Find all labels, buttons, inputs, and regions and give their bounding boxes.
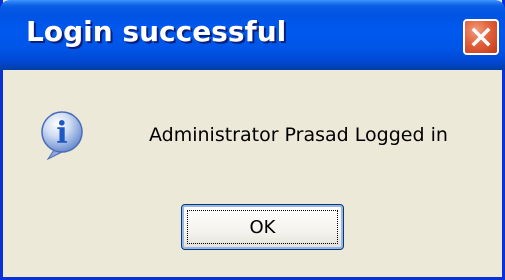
title-bar[interactable]: Login successful (0, 0, 505, 70)
information-icon: i (41, 111, 83, 160)
dialog-title: Login successful (26, 15, 287, 48)
message-dialog: Login successful i Administrator Prasad … (0, 0, 505, 280)
info-glyph: i (56, 116, 67, 151)
ok-button[interactable]: OK (181, 204, 344, 250)
close-button[interactable] (463, 19, 499, 55)
dialog-message: Administrator Prasad Logged in (149, 124, 448, 146)
close-icon (471, 27, 491, 47)
focus-rectangle (187, 210, 338, 244)
